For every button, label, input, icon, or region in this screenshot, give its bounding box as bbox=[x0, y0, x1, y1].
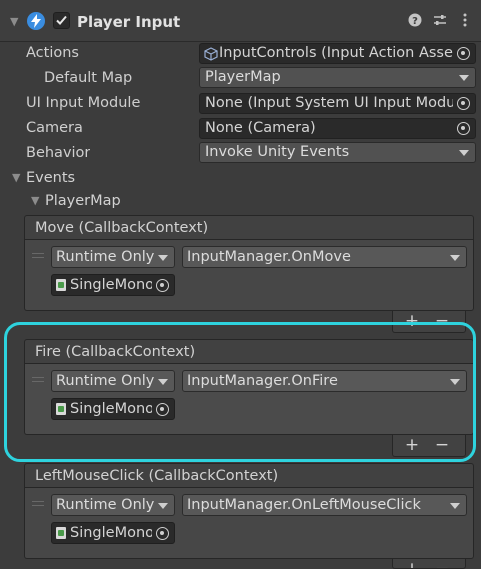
events-foldout-arrow-icon[interactable]: ▼ bbox=[12, 172, 20, 184]
kebab-menu-icon[interactable] bbox=[457, 11, 473, 29]
event-title: Move (CallbackContext) bbox=[35, 220, 209, 236]
behavior-value: Invoke Unity Events bbox=[205, 144, 350, 160]
help-icon[interactable]: ? bbox=[407, 11, 423, 29]
target-object-field[interactable]: SingleMonoBehaviour bbox=[51, 274, 175, 296]
actions-field[interactable]: InputControls (Input Action Asset) bbox=[199, 43, 476, 64]
object-picker-icon[interactable] bbox=[156, 279, 169, 292]
behavior-dropdown[interactable]: Invoke Unity Events bbox=[199, 142, 476, 163]
runtime-dropdown[interactable]: Runtime Only bbox=[51, 246, 175, 268]
event-header-move: Move (CallbackContext) bbox=[24, 215, 474, 240]
presets-icon[interactable] bbox=[432, 11, 448, 29]
camera-label: Camera bbox=[26, 120, 83, 136]
drag-handle-icon[interactable] bbox=[32, 253, 44, 258]
camera-field[interactable]: None (Camera) bbox=[199, 118, 476, 139]
chevron-down-icon bbox=[158, 503, 168, 509]
enabled-checkbox[interactable] bbox=[53, 12, 70, 29]
runtime-value: Runtime Only bbox=[56, 249, 155, 265]
object-picker-icon[interactable] bbox=[457, 122, 470, 135]
chevron-down-icon bbox=[450, 503, 460, 509]
input-action-asset-icon bbox=[204, 47, 218, 61]
behavior-label: Behavior bbox=[26, 145, 91, 161]
target-object-value: SingleMonoBehaviour bbox=[70, 277, 152, 293]
default-map-value: PlayerMap bbox=[205, 69, 281, 85]
event-body-leftmouseclick: Runtime Only InputManager.OnLeftMouseCli… bbox=[24, 488, 474, 559]
playermap-foldout-arrow-icon[interactable]: ▼ bbox=[31, 195, 39, 207]
actions-label: Actions bbox=[26, 45, 79, 61]
ui-input-module-field[interactable]: None (Input System UI Input Module) bbox=[199, 93, 476, 114]
chevron-down-icon bbox=[459, 75, 469, 81]
default-map-label: Default Map bbox=[44, 70, 133, 86]
function-dropdown[interactable]: InputManager.OnLeftMouseClick bbox=[182, 494, 467, 516]
function-dropdown[interactable]: InputManager.OnMove bbox=[182, 246, 467, 268]
foldout-arrow-icon[interactable]: ▼ bbox=[10, 16, 18, 28]
default-map-dropdown[interactable]: PlayerMap bbox=[199, 67, 476, 88]
actions-value: InputControls (Input Action Asset) bbox=[219, 45, 453, 61]
camera-value: None (Camera) bbox=[205, 120, 316, 136]
function-value: InputManager.OnLeftMouseClick bbox=[187, 497, 421, 513]
add-button[interactable]: + bbox=[402, 559, 422, 568]
chevron-down-icon bbox=[459, 150, 469, 156]
function-value: InputManager.OnMove bbox=[187, 249, 351, 265]
playermap-label: PlayerMap bbox=[45, 193, 121, 209]
target-object-field[interactable]: SingleMonoBehaviour bbox=[51, 522, 175, 544]
events-label: Events bbox=[26, 170, 76, 186]
script-icon bbox=[56, 279, 66, 291]
remove-button[interactable]: − bbox=[432, 559, 452, 568]
chevron-down-icon bbox=[158, 255, 168, 261]
script-icon bbox=[56, 527, 66, 539]
ui-input-module-value: None (Input System UI Input Module) bbox=[205, 95, 453, 111]
list-add-remove: + − bbox=[392, 559, 466, 569]
input-system-icon bbox=[27, 12, 45, 30]
component-title: Player Input bbox=[77, 13, 181, 31]
chevron-down-icon bbox=[450, 255, 460, 261]
object-picker-icon[interactable] bbox=[156, 527, 169, 540]
object-picker-icon[interactable] bbox=[457, 97, 470, 110]
svg-text:?: ? bbox=[412, 16, 418, 27]
highlight-outline bbox=[4, 322, 476, 462]
runtime-value: Runtime Only bbox=[56, 497, 155, 513]
object-picker-icon[interactable] bbox=[457, 47, 470, 60]
event-body-move: Runtime Only InputManager.OnMove SingleM… bbox=[24, 240, 474, 311]
event-header-leftmouseclick: LeftMouseClick (CallbackContext) bbox=[24, 463, 474, 488]
runtime-dropdown[interactable]: Runtime Only bbox=[51, 494, 175, 516]
drag-handle-icon[interactable] bbox=[32, 501, 44, 506]
ui-input-module-label: UI Input Module bbox=[26, 95, 141, 111]
event-title: LeftMouseClick (CallbackContext) bbox=[35, 468, 279, 484]
target-object-value: SingleMonoBehaviour bbox=[70, 525, 152, 541]
